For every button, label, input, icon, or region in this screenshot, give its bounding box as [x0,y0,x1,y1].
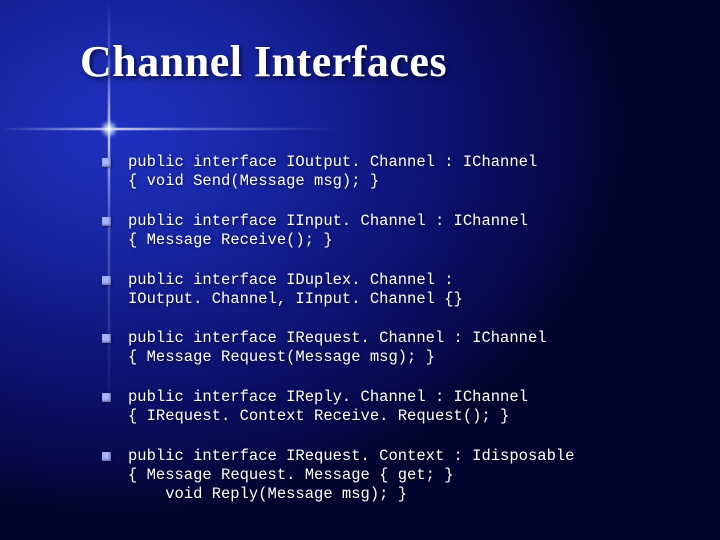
code-line: { IRequest. Context Receive. Request(); … [128,407,660,426]
code-line: { Message Request(Message msg); } [128,348,660,367]
code-line: IOutput. Channel, IInput. Channel {} [128,290,660,309]
code-line: void Reply(Message msg); } [128,485,660,504]
code-line: public interface IOutput. Channel : ICha… [128,153,660,172]
code-line: public interface IRequest. Context : Idi… [128,447,660,466]
slide-title: Channel Interfaces [80,36,660,87]
code-line: public interface IInput. Channel : IChan… [128,212,660,231]
list-item: public interface IRequest. Channel : ICh… [102,329,660,367]
code-line: public interface IDuplex. Channel : [128,271,660,290]
list-item: public interface IReply. Channel : IChan… [102,388,660,426]
code-line: public interface IRequest. Channel : ICh… [128,329,660,348]
code-line: public interface IReply. Channel : IChan… [128,388,660,407]
code-line: { Message Receive(); } [128,231,660,250]
slide-content: Channel Interfaces public interface IOut… [80,36,660,525]
list-item: public interface IOutput. Channel : ICha… [102,153,660,191]
bullet-list: public interface IOutput. Channel : ICha… [80,153,660,504]
list-item: public interface IDuplex. Channel : IOut… [102,271,660,309]
list-item: public interface IInput. Channel : IChan… [102,212,660,250]
code-line: { Message Request. Message { get; } [128,466,660,485]
list-item: public interface IRequest. Context : Idi… [102,447,660,504]
code-line: { void Send(Message msg); } [128,172,660,191]
